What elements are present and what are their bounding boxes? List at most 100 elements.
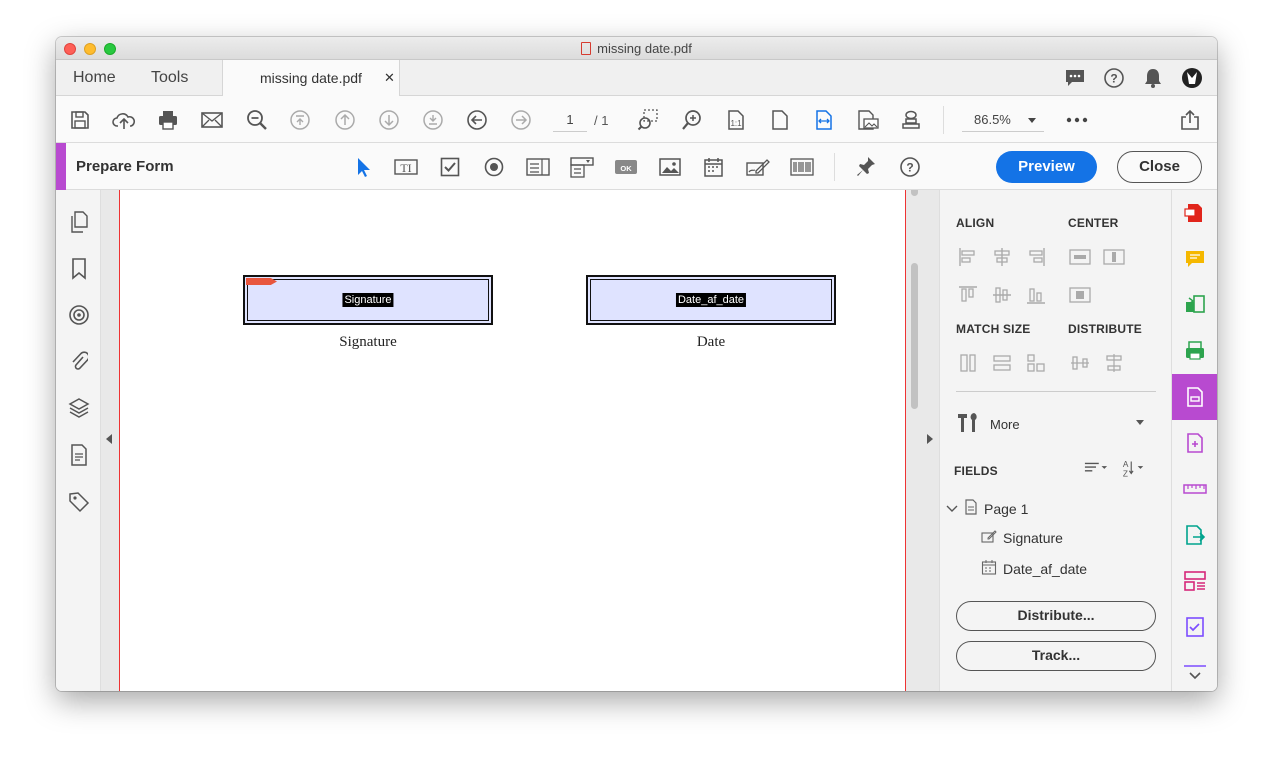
- zoom-out-search-icon[interactable]: [245, 108, 269, 132]
- save-icon[interactable]: [68, 108, 92, 132]
- scrolling-mode-icon[interactable]: [856, 108, 880, 132]
- target-icon[interactable]: [67, 303, 91, 327]
- alphabetical-sort-icon[interactable]: AZ: [1122, 456, 1146, 480]
- prepare-form-tool-icon[interactable]: [1183, 385, 1207, 409]
- tree-field-label: Signature: [1003, 529, 1063, 546]
- bookmark-icon[interactable]: [67, 257, 91, 281]
- align-left-icon[interactable]: [956, 245, 980, 269]
- print-icon[interactable]: [156, 108, 180, 132]
- pin-icon[interactable]: [853, 154, 879, 180]
- edit-pdf-icon[interactable]: [1183, 431, 1207, 455]
- match-both-icon[interactable]: [1024, 351, 1048, 375]
- scrollbar-thumb[interactable]: [911, 263, 918, 409]
- help-icon[interactable]: ?: [1103, 67, 1125, 89]
- window-minimize-button[interactable]: [84, 43, 96, 55]
- vertical-scrollbar[interactable]: [908, 190, 922, 691]
- actual-size-icon[interactable]: 1:1: [724, 108, 748, 132]
- tab-tools[interactable]: Tools: [151, 69, 188, 87]
- document-viewer: Signature Signature Date_af_date Date: [101, 190, 939, 691]
- zoom-in-icon[interactable]: [680, 108, 704, 132]
- close-tab-icon[interactable]: ✕: [384, 70, 395, 86]
- document-tab-label: missing date.pdf: [260, 70, 362, 86]
- collapse-left-panel-icon[interactable]: [106, 434, 112, 444]
- create-pdf-icon[interactable]: [1183, 201, 1207, 225]
- comment-tool-icon[interactable]: [1183, 247, 1207, 271]
- button-field-icon[interactable]: OK: [613, 154, 639, 180]
- align-top-icon[interactable]: [956, 283, 980, 307]
- align-right-icon[interactable]: [1024, 245, 1048, 269]
- tools-rail: [1171, 190, 1217, 691]
- image-field-icon[interactable]: [657, 154, 683, 180]
- measure-ruler-icon[interactable]: [1183, 477, 1207, 501]
- chevron-down-icon[interactable]: [946, 501, 958, 517]
- track-button[interactable]: Track...: [956, 641, 1156, 671]
- forward-arrow-icon[interactable]: [509, 108, 533, 132]
- distribute-horizontally-icon[interactable]: [1068, 351, 1092, 375]
- fit-width-icon[interactable]: [812, 108, 836, 132]
- tool-accent-bar: [56, 143, 66, 190]
- page-number-input[interactable]: 1: [553, 108, 587, 132]
- first-page-icon[interactable]: [288, 108, 312, 132]
- user-avatar-icon[interactable]: [1181, 67, 1203, 89]
- share-icon[interactable]: [1178, 108, 1202, 132]
- back-arrow-icon[interactable]: [465, 108, 489, 132]
- tab-home[interactable]: Home: [73, 69, 116, 87]
- expand-tools-chevron-icon[interactable]: [1183, 661, 1207, 685]
- previous-page-icon[interactable]: [333, 108, 357, 132]
- window-close-button[interactable]: [64, 43, 76, 55]
- center-vertically-icon[interactable]: [1102, 245, 1126, 269]
- tag-icon[interactable]: [67, 490, 91, 514]
- comment-icon[interactable]: [1064, 67, 1086, 89]
- export-pdf-icon[interactable]: [1183, 523, 1207, 547]
- center-horizontally-icon[interactable]: [1068, 245, 1092, 269]
- layers-icon[interactable]: [67, 396, 91, 420]
- form-help-icon[interactable]: ?: [897, 154, 923, 180]
- match-height-icon[interactable]: [956, 351, 980, 375]
- center-both-icon[interactable]: [1068, 283, 1092, 307]
- upload-cloud-icon[interactable]: [112, 108, 136, 132]
- document-content-icon[interactable]: [67, 443, 91, 467]
- tree-field-signature[interactable]: Signature: [981, 529, 1063, 546]
- email-icon[interactable]: [200, 108, 224, 132]
- window-maximize-button[interactable]: [104, 43, 116, 55]
- date-form-field[interactable]: Date_af_date: [586, 275, 836, 325]
- sort-menu-icon[interactable]: [1084, 456, 1108, 480]
- list-box-icon[interactable]: [525, 154, 551, 180]
- fit-page-icon[interactable]: [768, 108, 792, 132]
- align-bottom-icon[interactable]: [1024, 283, 1048, 307]
- text-field-icon[interactable]: TI: [393, 154, 419, 180]
- match-width-icon[interactable]: [990, 351, 1014, 375]
- scan-ocr-icon[interactable]: [1183, 339, 1207, 363]
- collapse-right-panel-icon[interactable]: [927, 434, 933, 444]
- checklist-icon[interactable]: [1183, 615, 1207, 639]
- align-middle-icon[interactable]: [990, 283, 1014, 307]
- more-dropdown[interactable]: More: [956, 412, 1156, 437]
- dropdown-field-icon[interactable]: [569, 154, 595, 180]
- tree-page-item[interactable]: Page 1: [946, 499, 1028, 518]
- date-field-icon[interactable]: [701, 154, 727, 180]
- distribute-button[interactable]: Distribute...: [956, 601, 1156, 631]
- signature-form-field[interactable]: Signature: [243, 275, 493, 325]
- organize-pages-icon[interactable]: [1183, 293, 1207, 317]
- align-center-horizontal-icon[interactable]: [990, 245, 1014, 269]
- barcode-icon[interactable]: [789, 154, 815, 180]
- distribute-vertically-icon[interactable]: [1102, 351, 1126, 375]
- tab-document[interactable]: missing date.pdf ✕: [222, 60, 400, 96]
- marquee-zoom-icon[interactable]: [636, 108, 660, 132]
- tree-field-date[interactable]: Date_af_date: [981, 559, 1087, 578]
- close-button[interactable]: Close: [1117, 151, 1202, 183]
- form-layout-icon[interactable]: [1183, 569, 1207, 593]
- attachment-icon[interactable]: [67, 349, 91, 373]
- stamp-icon[interactable]: [899, 108, 923, 132]
- radio-button-icon[interactable]: [481, 154, 507, 180]
- more-options-icon[interactable]: [1065, 108, 1089, 132]
- zoom-select[interactable]: 86.5%: [962, 108, 1044, 132]
- notification-bell-icon[interactable]: [1142, 67, 1164, 89]
- select-cursor-icon[interactable]: [350, 154, 376, 180]
- page-thumbnails-icon[interactable]: [67, 210, 91, 234]
- last-page-icon[interactable]: [421, 108, 445, 132]
- checkbox-icon[interactable]: [437, 154, 463, 180]
- signature-field-icon[interactable]: [745, 154, 771, 180]
- preview-button[interactable]: Preview: [996, 151, 1097, 183]
- next-page-icon[interactable]: [377, 108, 401, 132]
